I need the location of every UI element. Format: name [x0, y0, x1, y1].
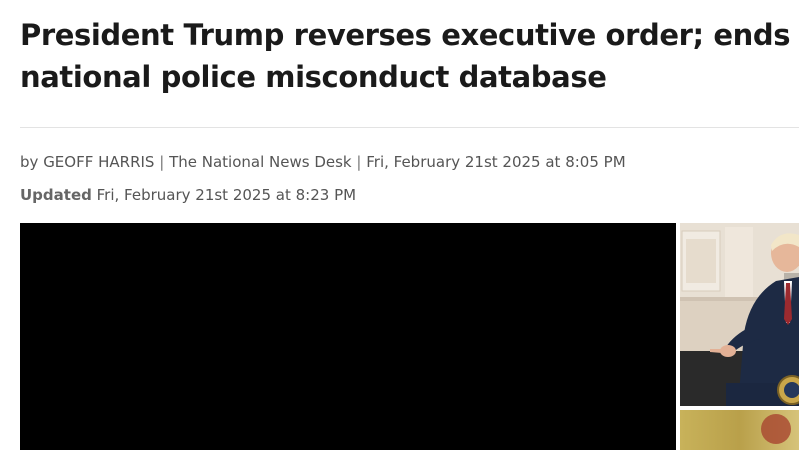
- updated-label: Updated: [20, 186, 92, 204]
- updated-date: Fri, February 21st 2025 at 8:23 PM: [96, 186, 357, 204]
- thumbnail-image-president-speaking: [680, 223, 799, 406]
- author-name[interactable]: GEOFF HARRIS: [43, 153, 154, 171]
- updated-line: Updated Fri, February 21st 2025 at 8:23 …: [20, 184, 356, 206]
- header-divider: [20, 127, 799, 128]
- article-headline: President Trump reverses executive order…: [20, 18, 791, 94]
- video-player[interactable]: [20, 223, 676, 450]
- byline-separator-1: |: [159, 153, 165, 171]
- published-date: Fri, February 21st 2025 at 8:05 PM: [366, 153, 626, 171]
- thumbnail-image-detail: [761, 414, 791, 444]
- gallery-thumbnail-2[interactable]: [680, 410, 799, 450]
- outlet-name: The National News Desk: [169, 153, 352, 171]
- byline-prefix: by: [20, 153, 39, 171]
- gallery-thumbnail-1[interactable]: [680, 223, 799, 406]
- article-page: President Trump reverses executive order…: [0, 0, 799, 450]
- byline: by GEOFF HARRIS | The National News Desk…: [20, 151, 626, 173]
- byline-separator-2: |: [356, 153, 362, 171]
